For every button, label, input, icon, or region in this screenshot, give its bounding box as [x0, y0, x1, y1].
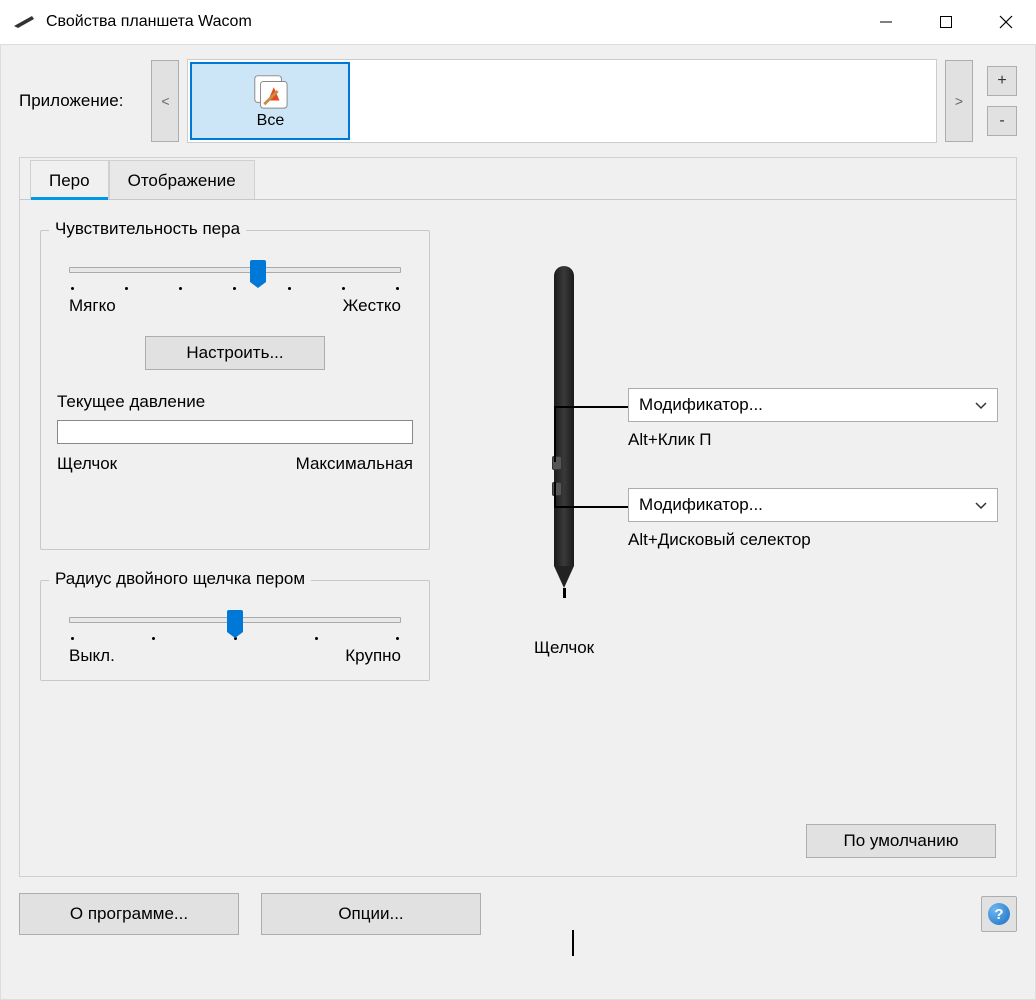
- pressure-click-label: Щелчок: [57, 454, 117, 474]
- double-click-large-label: Крупно: [345, 646, 401, 666]
- pressure-max-label: Максимальная: [296, 454, 413, 474]
- pressure-bar: [57, 420, 413, 444]
- titlebar: Свойства планшета Wacom: [0, 0, 1036, 44]
- double-click-slider[interactable]: Выкл. Крупно: [69, 617, 401, 666]
- lower-button-value: Модификатор...: [639, 495, 763, 515]
- double-click-title: Радиус двойного щелчка пером: [49, 569, 311, 589]
- customize-button[interactable]: Настроить...: [145, 336, 325, 370]
- application-label: Приложение:: [19, 91, 123, 111]
- tip-feel-group: Чувствительность пера Мягко Жестко Настр…: [40, 230, 430, 550]
- add-application-button[interactable]: +: [987, 66, 1017, 96]
- chevron-down-icon: [975, 395, 987, 415]
- default-button[interactable]: По умолчанию: [806, 824, 996, 858]
- app-icon: [12, 14, 36, 30]
- tab-mapping[interactable]: Отображение: [109, 160, 255, 199]
- application-item-label: Все: [257, 112, 285, 130]
- chevron-down-icon: [975, 495, 987, 515]
- upper-button-value: Модификатор...: [639, 395, 763, 415]
- double-click-group: Радиус двойного щелчка пером Выкл. Крупн…: [40, 580, 430, 681]
- close-button[interactable]: [976, 0, 1036, 43]
- pen-illustration: Щелчок: [534, 266, 594, 658]
- pen-tip-label: Щелчок: [534, 638, 594, 658]
- tab-pen-content: Чувствительность пера Мягко Жестко Настр…: [20, 200, 1016, 876]
- application-list: Все: [187, 59, 937, 143]
- scroll-left-button[interactable]: <: [151, 60, 179, 142]
- about-button[interactable]: О программе...: [19, 893, 239, 935]
- remove-application-button[interactable]: -: [987, 106, 1017, 136]
- upper-button-dropdown[interactable]: Модификатор...: [628, 388, 998, 422]
- all-apps-icon: [251, 72, 289, 110]
- application-item-all[interactable]: Все: [190, 62, 350, 140]
- maximize-button[interactable]: [916, 0, 976, 43]
- main-panel: Перо Отображение Чувствительность пера М…: [19, 157, 1017, 877]
- footer: О программе... Опции... ?: [1, 893, 1035, 953]
- tip-feel-soft-label: Мягко: [69, 296, 116, 316]
- lower-button-sub: Alt+Дисковый селектор: [628, 530, 998, 550]
- scroll-right-button[interactable]: >: [945, 60, 973, 142]
- help-icon: ?: [988, 903, 1010, 925]
- tip-feel-slider[interactable]: Мягко Жестко: [69, 267, 401, 316]
- options-button[interactable]: Опции...: [261, 893, 481, 935]
- window-title: Свойства планшета Wacom: [46, 13, 856, 31]
- upper-button-sub: Alt+Клик П: [628, 430, 998, 450]
- tab-bar: Перо Отображение: [20, 158, 1016, 200]
- tab-pen[interactable]: Перо: [30, 160, 109, 199]
- tip-feel-title: Чувствительность пера: [49, 219, 246, 239]
- current-pressure-label: Текущее давление: [57, 392, 413, 412]
- double-click-off-label: Выкл.: [69, 646, 115, 666]
- application-row: Приложение: < Все > + -: [1, 45, 1035, 157]
- lower-button-dropdown[interactable]: Модификатор...: [628, 488, 998, 522]
- help-button[interactable]: ?: [981, 896, 1017, 932]
- tip-feel-firm-label: Жестко: [343, 296, 401, 316]
- minimize-button[interactable]: [856, 0, 916, 43]
